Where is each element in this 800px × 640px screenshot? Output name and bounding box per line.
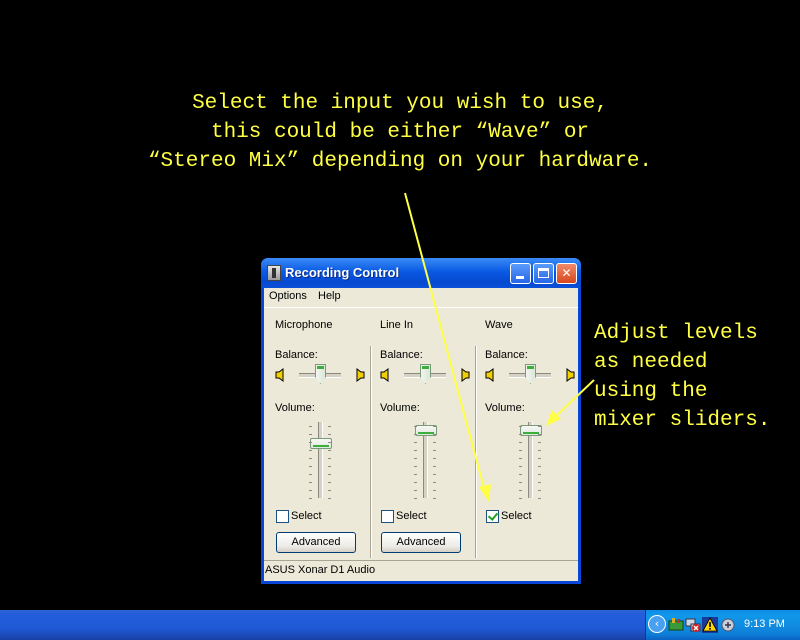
volume-icon[interactable] [668,617,684,633]
security-warning-icon[interactable] [702,617,718,633]
taskbar-clock[interactable]: 9:13 PM [744,618,785,630]
arrow-head-select [479,484,491,502]
arrow-to-wave-select [404,192,486,493]
taskbar: ‹ 9:13 PM [0,610,800,640]
network-error-icon[interactable] [685,617,701,633]
arrow-to-wave-slider [553,379,595,419]
show-hidden-icons-button[interactable]: ‹ [648,615,666,633]
annotation-arrows [404,192,595,502]
system-tray: ‹ 9:13 PM [645,610,800,640]
mixer-icon[interactable] [720,617,736,633]
